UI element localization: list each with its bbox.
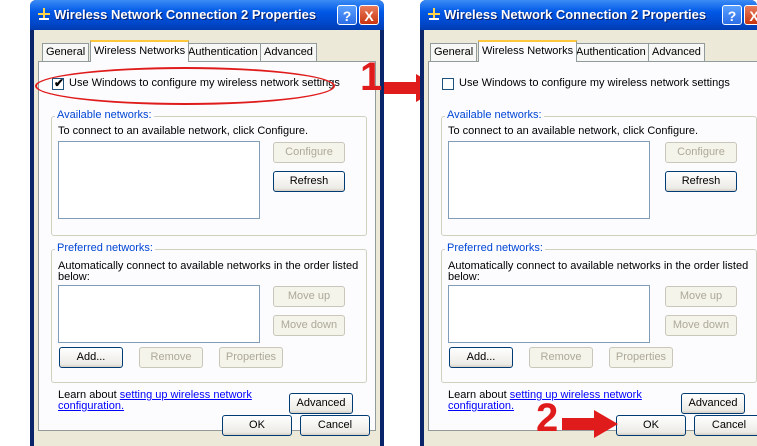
preferred-networks-desc: Automatically connect to available netwo… (58, 260, 359, 272)
move-down-button[interactable]: Move down (665, 315, 737, 336)
configure-button[interactable]: Configure (665, 142, 737, 163)
advanced-button[interactable]: Advanced (289, 393, 353, 414)
tab-wireless-networks[interactable]: Wireless Networks (90, 40, 190, 62)
refresh-button[interactable]: Refresh (665, 171, 737, 192)
preferred-networks-desc-2: below: (58, 271, 90, 283)
setup-help-link-2[interactable]: configuration. (58, 400, 124, 412)
preferred-networks-desc-2: below: (448, 271, 480, 283)
use-windows-label: Use Windows to configure my wireless net… (459, 77, 730, 89)
help-button[interactable]: ? (337, 5, 357, 25)
tab-advanced[interactable]: Advanced (648, 43, 705, 61)
move-down-button[interactable]: Move down (273, 315, 345, 336)
move-up-button[interactable]: Move up (273, 286, 345, 307)
cancel-button[interactable]: Cancel (300, 415, 370, 436)
dialog-body: General Wireless Networks Authentication… (424, 30, 757, 446)
preferred-networks-list[interactable] (58, 285, 260, 343)
setup-help-link[interactable]: setting up wireless network (120, 389, 252, 401)
add-button[interactable]: Add... (59, 347, 123, 368)
remove-button[interactable]: Remove (529, 347, 593, 368)
use-windows-checkbox[interactable] (442, 78, 454, 90)
refresh-button[interactable]: Refresh (273, 171, 345, 192)
tab-authentication[interactable]: Authentication (572, 43, 650, 61)
tab-general[interactable]: General (430, 43, 478, 61)
setup-help-link-2[interactable]: configuration. (448, 400, 514, 412)
available-networks-list[interactable] (58, 141, 260, 219)
preferred-networks-title: Preferred networks: (55, 242, 155, 254)
window-title: Wireless Network Connection 2 Properties (444, 7, 707, 22)
dialog-right: Wireless Network Connection 2 Properties… (420, 0, 757, 446)
tab-panel: ✔ Use Windows to configure my wireless n… (38, 61, 376, 431)
close-button[interactable]: X (744, 5, 757, 25)
available-networks-desc: To connect to an available network, clic… (58, 125, 309, 137)
window-title: Wireless Network Connection 2 Properties (54, 7, 317, 22)
remove-button[interactable]: Remove (139, 347, 203, 368)
available-networks-desc: To connect to an available network, clic… (448, 125, 699, 137)
properties-button[interactable]: Properties (219, 347, 283, 368)
setup-help-link[interactable]: setting up wireless network (510, 389, 642, 401)
step-2-number: 2 (536, 396, 559, 440)
advanced-button[interactable]: Advanced (681, 393, 745, 414)
move-up-button[interactable]: Move up (665, 286, 737, 307)
highlight-oval (35, 67, 335, 105)
available-networks-list[interactable] (448, 141, 650, 219)
network-connection-icon (428, 8, 440, 20)
tab-advanced[interactable]: Advanced (260, 43, 317, 61)
preferred-networks-list[interactable] (448, 285, 650, 343)
close-button[interactable]: X (359, 5, 379, 25)
available-networks-title: Available networks: (55, 109, 154, 121)
tab-authentication[interactable]: Authentication (184, 43, 262, 61)
configure-button[interactable]: Configure (273, 142, 345, 163)
ok-button[interactable]: OK (222, 415, 292, 436)
cancel-button[interactable]: Cancel (694, 415, 757, 436)
tab-wireless-networks[interactable]: Wireless Networks (478, 40, 578, 62)
preferred-networks-desc: Automatically connect to available netwo… (448, 260, 749, 272)
preferred-networks-title: Preferred networks: (445, 242, 545, 254)
red-arrow-icon (562, 410, 618, 438)
add-button[interactable]: Add... (449, 347, 513, 368)
network-connection-icon (38, 8, 50, 20)
step-1-number: 1 (360, 55, 383, 99)
ok-button[interactable]: OK (616, 415, 686, 436)
tab-general[interactable]: General (42, 43, 90, 61)
help-button[interactable]: ? (722, 5, 742, 25)
title-bar: Wireless Network Connection 2 Properties… (420, 0, 757, 30)
available-networks-title: Available networks: (445, 109, 544, 121)
properties-button[interactable]: Properties (609, 347, 673, 368)
title-bar: Wireless Network Connection 2 Properties… (30, 0, 384, 30)
tab-panel: Use Windows to configure my wireless net… (428, 61, 757, 431)
